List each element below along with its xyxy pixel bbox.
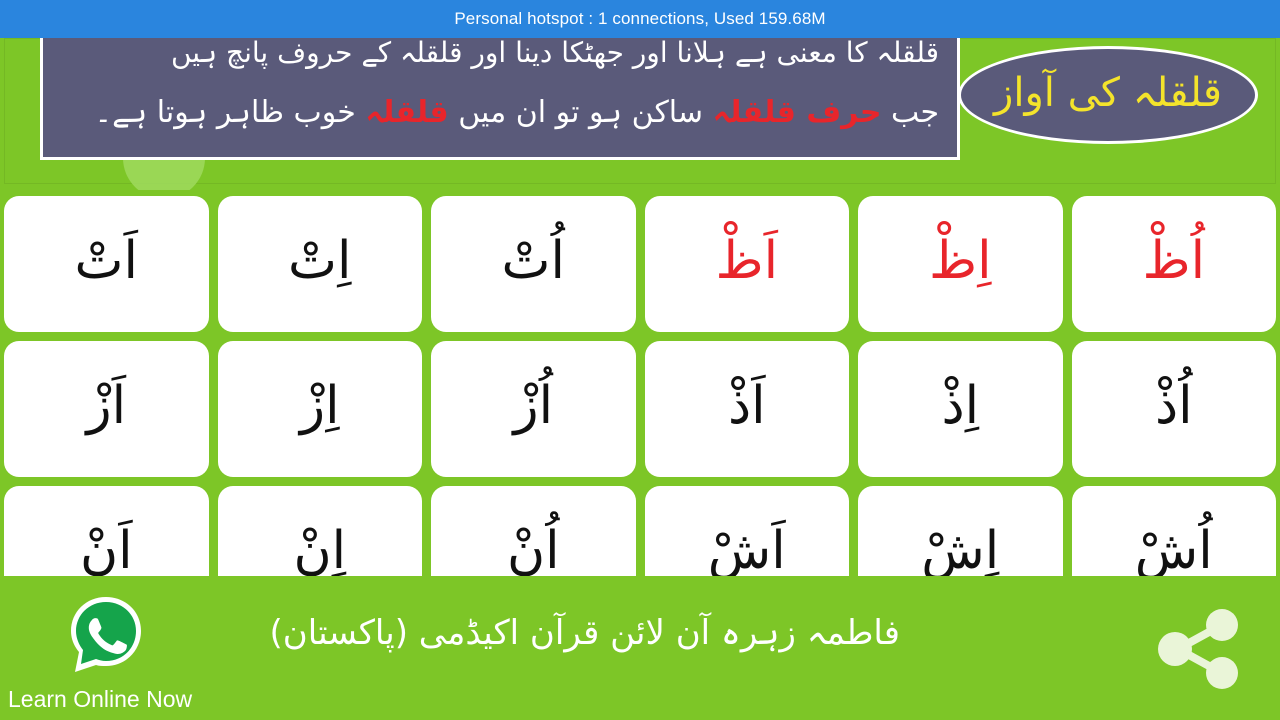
letter-card-row: اُذْ اِذْ اَذْ اُزْ اِزْ اَزْ [0, 341, 1280, 477]
letter-card-grid[interactable]: اُظْ اِظْ اَظْ اُتْ اِتْ اَتْ اُذْ اِذْ اَذْ اُزْ… [0, 196, 1280, 576]
whatsapp-icon[interactable] [66, 594, 146, 678]
letter-card[interactable]: اَزْ [4, 341, 209, 477]
header-banner: قلقلہ کا معنی ہے ہلانا اور جھٹکا دینا او… [0, 38, 1280, 190]
letter-glyph: اَزْ [86, 376, 127, 436]
academy-name: فاطمہ زہرہ آن لائن قرآن اکیڈمی (پاکستان) [269, 613, 900, 653]
page-title-badge: قلقلہ کی آواز [958, 46, 1258, 144]
app-root: Personal hotspot : 1 connections, Used 1… [0, 0, 1280, 720]
note-keyword-qalqala: قلقلہ [365, 95, 449, 130]
letter-card[interactable]: اَذْ [644, 341, 849, 477]
letter-card[interactable]: اَتْ [4, 196, 209, 332]
letter-card[interactable]: اَشْ [644, 486, 849, 576]
letter-card-row: اُشْ اِشْ اَشْ اُنْ اِنْ اَنْ [0, 486, 1280, 576]
letter-card[interactable]: اُذْ [1071, 341, 1276, 477]
lesson-note-box: قلقلہ کا معنی ہے ہلانا اور جھٹکا دینا او… [40, 38, 960, 160]
page-title: قلقلہ کی آواز [994, 70, 1222, 116]
letter-glyph: اِذْ [941, 376, 980, 436]
letter-glyph: اُزْ [513, 376, 554, 436]
letter-glyph: اُظْ [1142, 231, 1206, 291]
letter-glyph: اَشْ [707, 521, 786, 576]
letter-card[interactable]: اِشْ [858, 486, 1063, 576]
note-middle: ساکن ہو تو ان میں [448, 95, 713, 130]
letter-glyph: اَنْ [79, 521, 133, 576]
lesson-note-line-2: جب حرف قلقلہ ساکن ہو تو ان میں قلقلہ خوب… [61, 83, 939, 143]
letter-card[interactable]: اُتْ [431, 196, 636, 332]
letter-card[interactable]: اُزْ [431, 341, 636, 477]
lesson-note-line-1: قلقلہ کا معنی ہے ہلانا اور جھٹکا دینا او… [170, 38, 939, 69]
letter-card[interactable]: اِنْ [217, 486, 422, 576]
letter-card[interactable]: اِذْ [858, 341, 1063, 477]
whatsapp-label[interactable]: Learn Online Now [8, 686, 192, 713]
letter-card[interactable]: اُنْ [431, 486, 636, 576]
footer-bar: Learn Online Now فاطمہ زہرہ آن لائن قرآن… [0, 576, 1280, 720]
status-bar-text: Personal hotspot : 1 connections, Used 1… [454, 9, 826, 28]
note-prefix: جب [881, 95, 939, 130]
note-keyword-harf-qalqala: حرف قلقلہ [712, 95, 882, 130]
share-icon[interactable] [1150, 604, 1250, 694]
letter-card[interactable]: اُشْ [1071, 486, 1276, 576]
letter-glyph: اَذْ [727, 376, 766, 436]
letter-glyph: اُتْ [501, 231, 565, 291]
status-bar: Personal hotspot : 1 connections, Used 1… [0, 0, 1280, 38]
letter-card[interactable]: اِتْ [217, 196, 422, 332]
letter-card[interactable]: اُظْ [1071, 196, 1276, 332]
letter-glyph: اِشْ [921, 521, 1000, 576]
letter-glyph: اُذْ [1154, 376, 1193, 436]
letter-glyph: اَتْ [74, 231, 138, 291]
letter-glyph: اُنْ [506, 521, 560, 576]
letter-card[interactable]: اِظْ [858, 196, 1063, 332]
letter-card-row: اُظْ اِظْ اَظْ اُتْ اِتْ اَتْ [0, 196, 1280, 332]
letter-card[interactable]: اَنْ [4, 486, 209, 576]
letter-card[interactable]: اَظْ [644, 196, 849, 332]
letter-glyph: اِظْ [928, 231, 992, 291]
letter-glyph: اِنْ [293, 521, 347, 576]
letter-glyph: اِتْ [288, 231, 352, 291]
letter-card[interactable]: اِزْ [217, 341, 422, 477]
letter-glyph: اَظْ [715, 231, 779, 291]
note-suffix: خوب ظاہر ہوتا ہے۔ [94, 95, 366, 130]
letter-glyph: اِزْ [299, 376, 340, 436]
letter-glyph: اُشْ [1134, 521, 1213, 576]
